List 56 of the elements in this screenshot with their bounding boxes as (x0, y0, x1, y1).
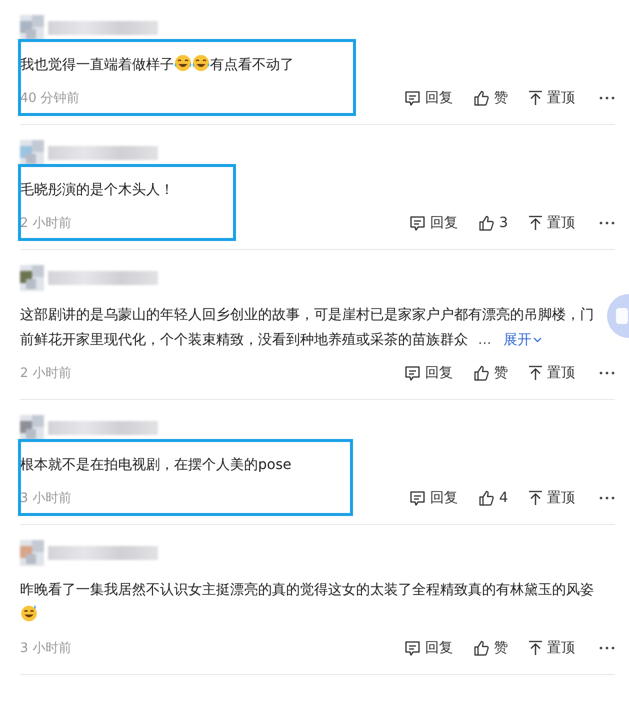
like-button[interactable]: 赞 (473, 639, 508, 657)
pin-to-top-icon[interactable] (528, 490, 543, 506)
blurred-avatar (20, 265, 44, 291)
comment-text: 昨晚看了一集我居然不认识女主挺漂亮的真的觉得这女的太装了全程精致真的有林黛玉的风姿 (20, 578, 596, 628)
comment-icon[interactable] (409, 490, 426, 506)
thumbs-up-icon[interactable] (473, 640, 490, 656)
ellipsis: ... (478, 332, 492, 348)
like-button[interactable]: 赞 (473, 364, 508, 382)
blurred-avatar (20, 415, 44, 441)
pin-button[interactable]: 置顶 (528, 364, 575, 382)
comment-icon[interactable] (404, 90, 421, 106)
blurred-avatar (20, 15, 44, 41)
like-button[interactable]: 3 (478, 214, 508, 232)
thumbs-up-icon[interactable] (473, 90, 490, 106)
pin-button[interactable]: 置顶 (528, 639, 575, 657)
thumbs-up-icon[interactable] (478, 490, 496, 506)
comment-text: 我也觉得一直端着做样子 有点看不动了 (20, 53, 294, 78)
comment-time: 40 分钟前 (20, 90, 80, 107)
reply-button[interactable]: 回复 (409, 214, 458, 232)
chevron-down-icon[interactable] (533, 337, 542, 343)
pin-to-top-icon[interactable] (528, 365, 543, 381)
thumbs-up-icon[interactable] (478, 214, 496, 232)
reply-button[interactable]: 回复 (404, 89, 453, 107)
pin-to-top-icon[interactable] (528, 90, 543, 106)
comment-text: 根本就不是在拍电视剧，在摆个人美的pose (20, 456, 292, 475)
pin-button[interactable]: 置顶 (528, 89, 575, 107)
pin-button[interactable]: 置顶 (528, 489, 575, 507)
pin-to-top-icon[interactable] (528, 640, 543, 656)
pin-button[interactable]: 置顶 (528, 214, 575, 232)
blurred-avatar (20, 140, 44, 166)
sweat-smile-emoji-icon (20, 604, 38, 622)
blurred-avatar (20, 540, 44, 566)
like-button[interactable]: 4 (478, 490, 508, 506)
reply-button[interactable]: 回复 (409, 489, 458, 507)
laughing-tears-emoji-icon (192, 54, 210, 72)
comment-text: 毛晓彤演的是个木头人！ (20, 181, 174, 200)
comment-time: 3 小时前 (20, 640, 72, 657)
like-button[interactable]: 赞 (473, 89, 508, 107)
comment-icon[interactable] (409, 214, 426, 232)
more-icon[interactable] (599, 496, 615, 500)
expand-link[interactable]: 展开 (503, 332, 542, 348)
more-icon[interactable] (599, 96, 615, 100)
comment-text: 这部剧讲的是乌蒙山的年轻人回乡创业的故事，可是崖村已是家家户户都有漂亮的吊脚楼，门前鲜花开家里现代化，个个装束精致，没看到种地养殖或采茶的苗族群众 ... 展开 (20, 306, 595, 350)
thumbs-up-icon[interactable] (473, 364, 490, 382)
comment-time: 2 小时前 (20, 215, 72, 232)
more-icon[interactable] (599, 646, 615, 650)
comment-icon[interactable] (404, 640, 421, 656)
laughing-tears-emoji-icon (174, 54, 192, 72)
more-icon[interactable] (599, 371, 615, 375)
comment-time: 3 小时前 (20, 490, 72, 507)
more-icon[interactable] (599, 221, 615, 225)
comment-icon[interactable] (404, 364, 421, 382)
pin-to-top-icon[interactable] (528, 215, 543, 231)
reply-button[interactable]: 回复 (404, 364, 453, 382)
comment-time: 2 小时前 (20, 365, 72, 382)
reply-button[interactable]: 回复 (404, 639, 453, 657)
